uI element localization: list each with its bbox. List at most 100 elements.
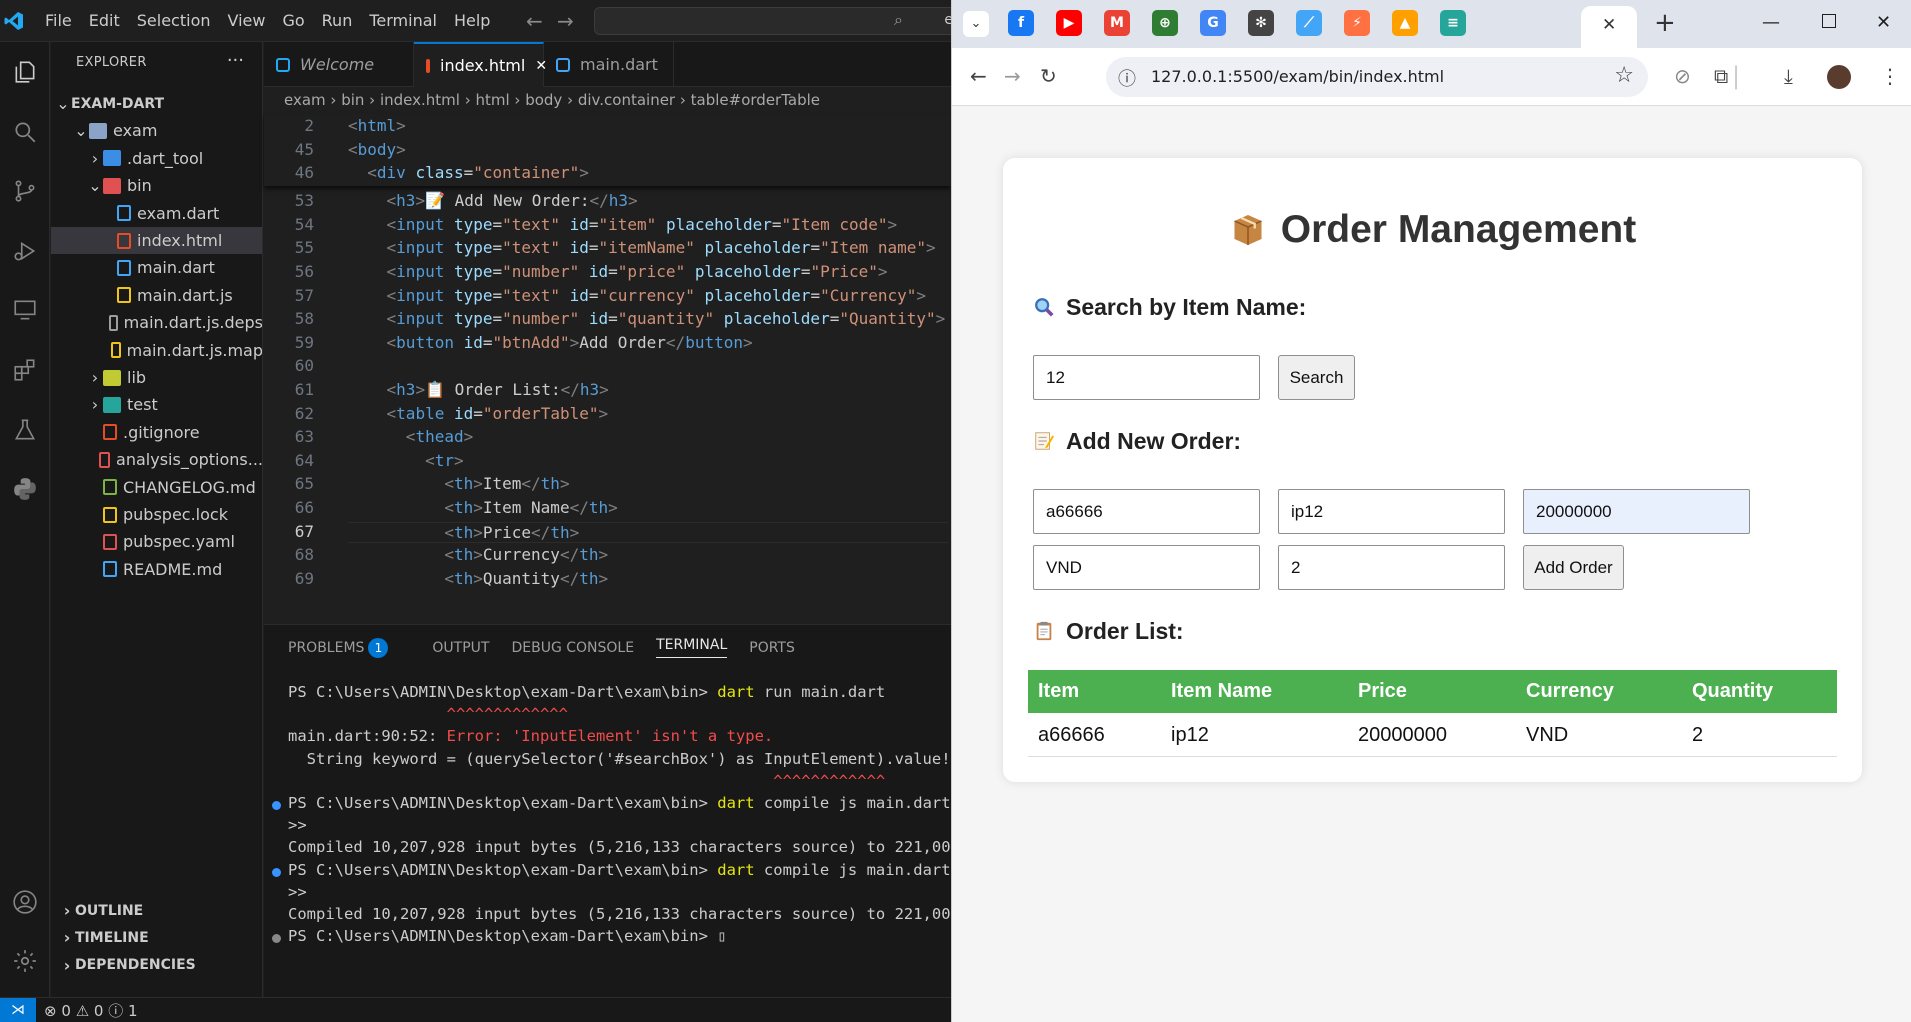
- code-editor[interactable]: 2 <html> 45 <body> 46 <div class="container"…: [264, 114, 951, 624]
- back-icon[interactable]: ←: [970, 64, 987, 88]
- breadcrumb-item[interactable]: exam: [284, 91, 326, 109]
- tree-file[interactable]: CHANGELOG.md: [51, 474, 262, 501]
- panel-tab-debug-console[interactable]: DEBUG CONSOLE: [511, 640, 634, 656]
- active-tab[interactable]: ✕: [1581, 6, 1637, 48]
- tree-file[interactable]: analysis_options...: [51, 446, 262, 473]
- menu-item-edit[interactable]: Edit: [89, 11, 120, 30]
- menu-item-selection[interactable]: Selection: [137, 11, 211, 30]
- tree-file[interactable]: README.md: [51, 556, 262, 583]
- tree-folder[interactable]: ⌄ exam: [51, 117, 262, 144]
- menu-item-go[interactable]: Go: [282, 11, 304, 30]
- tree-folder[interactable]: › lib: [51, 364, 262, 391]
- table-row[interactable]: a66666 ip12 20000000 VND 2: [1028, 713, 1837, 757]
- tree-file[interactable]: index.html: [51, 227, 262, 254]
- panel-tab-output[interactable]: OUTPUT: [432, 640, 489, 656]
- breadcrumb-item[interactable]: html: [475, 91, 509, 109]
- accounts-icon[interactable]: [9, 886, 41, 918]
- more-actions-icon[interactable]: ···: [227, 50, 244, 71]
- firebase-icon[interactable]: ▲: [1392, 10, 1418, 36]
- tree-file[interactable]: main.dart.js.deps: [51, 309, 262, 336]
- tab-main-dart[interactable]: main.dart: [544, 42, 674, 87]
- tree-file[interactable]: exam.dart: [51, 200, 262, 227]
- ext-green-icon[interactable]: ⊕: [1152, 10, 1178, 36]
- tab-welcome[interactable]: Welcome: [264, 42, 414, 87]
- tab-index-html[interactable]: index.html ✕: [414, 42, 547, 87]
- tree-file[interactable]: main.dart.js: [51, 282, 262, 309]
- tree-file[interactable]: main.dart.js.map: [51, 337, 262, 364]
- settings-gear-icon[interactable]: [9, 945, 41, 977]
- testing-icon[interactable]: [9, 414, 41, 446]
- tree-folder[interactable]: ⌄ bin: [51, 172, 262, 199]
- panel-tab-problems[interactable]: PROBLEMS 1: [288, 637, 410, 658]
- currency-input[interactable]: VND: [1033, 545, 1260, 590]
- command-center[interactable]: ⌕ ex: [594, 7, 951, 35]
- profile-avatar[interactable]: [1827, 65, 1851, 89]
- tree-label: pubspec.lock: [123, 505, 228, 524]
- source-control-icon[interactable]: [9, 175, 41, 207]
- chrome-menu-icon[interactable]: ⋮: [1880, 64, 1900, 88]
- extensions-icon[interactable]: [9, 354, 41, 386]
- panel-tab-ports[interactable]: PORTS: [749, 640, 795, 656]
- maximize-icon[interactable]: [1822, 14, 1836, 28]
- reload-icon[interactable]: ↻: [1040, 64, 1057, 88]
- tree-folder[interactable]: › .dart_tool: [51, 145, 262, 172]
- code-line: <th>Item Name</th>: [444, 498, 618, 517]
- bookmark-star-icon[interactable]: ☆: [1614, 63, 1634, 88]
- tree-file[interactable]: main.dart: [51, 254, 262, 281]
- menu-item-help[interactable]: Help: [454, 11, 490, 30]
- translate-icon[interactable]: G: [1200, 10, 1226, 36]
- tree-file[interactable]: pubspec.lock: [51, 501, 262, 528]
- menu-item-terminal[interactable]: Terminal: [369, 11, 437, 30]
- tree-folder[interactable]: › test: [51, 391, 262, 418]
- section-dependencies[interactable]: › DEPENDENCIES: [51, 952, 262, 979]
- remote-indicator-icon[interactable]: ⋊: [0, 998, 36, 1022]
- menu-item-run[interactable]: Run: [322, 11, 353, 30]
- close-tab-icon[interactable]: ✕: [1602, 15, 1616, 35]
- section-outline[interactable]: › OUTLINE: [51, 897, 262, 924]
- run-debug-icon[interactable]: [9, 235, 41, 267]
- problems-status[interactable]: ⊗ 0 ⚠ 0 ⓘ 1: [44, 1000, 138, 1021]
- price-input[interactable]: 20000000: [1523, 489, 1750, 534]
- youtube-icon[interactable]: ▶: [1056, 10, 1082, 36]
- menu-item-file[interactable]: File: [45, 11, 72, 30]
- search-button[interactable]: Search: [1278, 355, 1355, 400]
- add-order-button[interactable]: Add Order: [1523, 545, 1624, 590]
- item-code-input[interactable]: a66666: [1033, 489, 1260, 534]
- extensions-puzzle-icon[interactable]: ⧉: [1714, 64, 1728, 88]
- forward-icon[interactable]: →: [1004, 64, 1021, 88]
- section-timeline[interactable]: › TIMELINE: [51, 924, 262, 951]
- breadcrumb-item[interactable]: div.container: [578, 91, 675, 109]
- minimize-icon[interactable]: —: [1762, 12, 1780, 33]
- flutter-icon[interactable]: ⟋: [1296, 10, 1322, 36]
- menu-item-view[interactable]: View: [228, 11, 266, 30]
- search-view-icon[interactable]: [9, 116, 41, 148]
- search-box[interactable]: 12: [1033, 355, 1260, 400]
- download-icon[interactable]: ⤓: [1784, 64, 1793, 88]
- bolt-icon[interactable]: ⚡: [1344, 10, 1370, 36]
- new-tab-icon[interactable]: +: [1654, 8, 1676, 38]
- forward-arrow-icon[interactable]: →: [557, 9, 574, 33]
- breadcrumb-item[interactable]: body: [525, 91, 562, 109]
- address-bar[interactable]: ⓘ 127.0.0.1:5500/exam/bin/index.html ☆: [1106, 57, 1648, 97]
- explorer-icon[interactable]: [9, 56, 41, 88]
- python-icon[interactable]: [9, 473, 41, 505]
- gmail-icon[interactable]: M: [1104, 10, 1130, 36]
- tab-search-chevron-icon[interactable]: ⌄: [963, 11, 989, 37]
- breadcrumb-item[interactable]: index.html: [380, 91, 460, 109]
- site-info-icon[interactable]: ⓘ: [1118, 65, 1136, 91]
- stack-icon[interactable]: ≡: [1440, 10, 1466, 36]
- tree-file[interactable]: pubspec.yaml: [51, 528, 262, 555]
- breadcrumb-item[interactable]: bin: [341, 91, 364, 109]
- openai-icon[interactable]: ✻: [1248, 10, 1274, 36]
- tree-folder[interactable]: ⌄ EXAM-DART: [51, 90, 262, 117]
- close-window-icon[interactable]: ✕: [1876, 12, 1891, 33]
- quantity-input[interactable]: 2: [1278, 545, 1505, 590]
- extension-compass-icon[interactable]: ⊘: [1674, 64, 1691, 88]
- remote-explorer-icon[interactable]: [9, 294, 41, 326]
- breadcrumb-item[interactable]: table#orderTable: [691, 91, 820, 109]
- item-name-input[interactable]: ip12: [1278, 489, 1505, 534]
- panel-tab-terminal[interactable]: TERMINAL: [656, 637, 728, 658]
- facebook-icon[interactable]: f: [1008, 10, 1034, 36]
- tree-file[interactable]: .gitignore: [51, 419, 262, 446]
- back-arrow-icon[interactable]: ←: [526, 9, 543, 33]
